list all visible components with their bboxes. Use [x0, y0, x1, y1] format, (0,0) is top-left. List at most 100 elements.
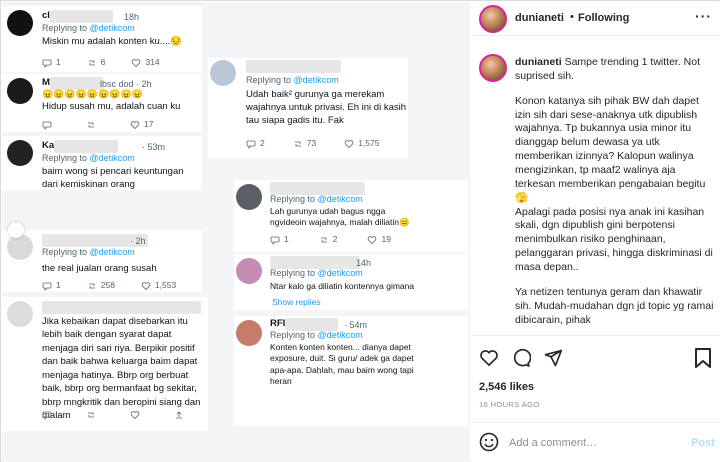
like-button[interactable]: 1,575 [344, 138, 379, 149]
following-button[interactable]: Following [578, 12, 629, 24]
reply-button[interactable] [42, 410, 52, 420]
retweet-button[interactable] [86, 119, 96, 130]
post-caption: dunianeti Sampe trending 1 twitter. Not … [515, 56, 715, 338]
caption-text-3: Apalagi pada posisi nya anak ini kasihan… [515, 205, 713, 274]
like-button[interactable]: 314 [131, 57, 160, 68]
caption-text-4: Ya netizen tentunya geram dan khawatir s… [515, 285, 714, 326]
tweet-avatar [210, 60, 236, 86]
tweet-replying-to: Replying to @detikcom [270, 268, 363, 278]
tweet-text: the real jualan orang susah [42, 263, 157, 274]
heart-icon [130, 120, 140, 129]
tweet-avatar [7, 234, 33, 260]
tweet-author-name: Kaxxxxxxxxxxxx [42, 140, 118, 153]
tweet-replying-to: Replying to @detikcom [42, 247, 135, 257]
post-comment-button[interactable]: Post [691, 437, 715, 449]
retweet-icon [88, 283, 95, 289]
share-icon [176, 411, 182, 419]
author-username[interactable]: dunianeti [515, 12, 564, 24]
reply-button[interactable]: 2 [246, 138, 265, 149]
tweet-text: Udah baik² gurunya ga merekam wajahnya u… [246, 89, 407, 126]
like-heart-icon[interactable] [479, 348, 499, 368]
share-button[interactable] [174, 410, 184, 420]
like-button[interactable]: 17 [130, 119, 153, 130]
tweet-text: Miskin mu adalah konten ku....😔 [42, 36, 183, 47]
tweet-card-3: Kaxxxxxxxxxxxx · 53m Replying to @detikc… [2, 136, 202, 190]
like-button[interactable]: 19 [367, 234, 391, 245]
caption-username[interactable]: dunianeti [515, 56, 562, 68]
reply-button[interactable]: 1 [270, 234, 289, 245]
tweet-author-name: xxxxxxxxxxxxxxxxxx [246, 60, 342, 73]
retweet-icon [88, 122, 94, 128]
post-header: dunianeti • Following ··· [471, 2, 720, 36]
tweet-replying-to: Replying to @detikcom [42, 153, 135, 163]
heart-icon [132, 58, 141, 67]
carousel-prev-button[interactable] [8, 222, 24, 238]
tweet-text: Ntar kalo ga diliatin kontennya gimana [270, 281, 415, 291]
reply-icon [42, 411, 52, 420]
tweet-avatar [236, 184, 262, 210]
tweet-actions: 17 [42, 119, 153, 130]
tweet-card-7: xxxxxxxxxxxxxxxxxx Replying to @detikcom… [234, 180, 468, 252]
retweet-icon [294, 141, 301, 147]
author-avatar[interactable] [479, 5, 507, 33]
retweet-icon [88, 60, 95, 66]
retweet-button[interactable]: 6 [87, 57, 105, 68]
tweet-avatar [7, 301, 33, 327]
reply-button[interactable]: 1 [42, 57, 61, 68]
tweet-text: baim wong si pencari keuntungan dari kem… [42, 166, 184, 190]
tweet-author-name: xxxxxxxxxxxxxxxxxxxxxxxxxxxxxx [42, 301, 201, 314]
post-time-ago: 16 HOURS AGO [479, 400, 540, 409]
reply-icon [270, 236, 280, 245]
action-bar [479, 348, 563, 368]
tweet-text: Konten konten konten... dianya dapet exp… [270, 342, 414, 387]
reply-icon [246, 140, 256, 149]
tweet-card-8: xxxxxxxxxxxxxxxxx 14h Replying to @detik… [234, 254, 468, 310]
likes-count[interactable]: 2,546 likes [479, 381, 534, 393]
tweet-card-5: xxxxxxxxxxxxxxxxxxxxxxxxxxxxxx Jika keba… [2, 297, 208, 431]
instagram-post-window: clxxxxxxxxxxxx 18h Replying to @detikcom… [0, 0, 720, 462]
tweet-avatar [7, 78, 33, 104]
show-replies-link[interactable]: Show replies [272, 297, 321, 308]
tweet-timestamp: · 53m [142, 142, 166, 152]
tweet-avatar [236, 258, 262, 284]
tweet-avatar [236, 320, 262, 346]
like-button[interactable] [130, 410, 140, 420]
heart-icon [130, 411, 140, 420]
retweet-button[interactable]: 73 [293, 138, 316, 149]
reply-button[interactable]: 1 [42, 280, 61, 291]
reply-icon [42, 121, 52, 130]
heart-icon [368, 235, 377, 244]
tweet-card-2: Mxxxxxxxxxx lbsc dod · 2h 😠😠😠😠😠😠😠😠😠 Hidu… [2, 74, 202, 132]
separator-dot: • [570, 11, 574, 23]
tweet-author-name: clxxxxxxxxxxxx [42, 10, 114, 23]
emoji-icon[interactable] [479, 432, 499, 452]
reply-button[interactable] [42, 119, 52, 130]
comment-icon[interactable] [511, 348, 531, 368]
tweet-replying-to: Replying to @detikcom [246, 75, 339, 85]
caption-text-2: Konon katanya sih pihak BW dah dapet izi… [515, 94, 706, 204]
tweet-text: Lah gurunya udah bagus ngga ngvideoin wa… [270, 206, 410, 228]
caption-avatar[interactable] [479, 54, 507, 82]
like-button[interactable]: 1,553 [141, 280, 176, 291]
retweet-icon [320, 237, 327, 243]
tweet-card-4: xxxxxxxxxxxxxxxxxxxx · 2h Replying to @d… [2, 230, 202, 292]
more-options-icon[interactable]: ··· [695, 8, 712, 24]
share-plane-icon[interactable] [543, 348, 563, 368]
tweet-text: Jika kebaikan dapat disebarkan itu lebih… [42, 316, 201, 422]
bookmark-icon[interactable] [694, 348, 712, 368]
retweet-button[interactable]: 258 [87, 280, 115, 291]
tweet-actions: 2 73 1,575 [246, 138, 379, 149]
comment-input[interactable] [509, 433, 679, 453]
post-sidebar: dunianeti • Following ··· dunianeti Samp… [471, 2, 720, 462]
retweet-icon [88, 412, 94, 418]
heart-icon [141, 281, 151, 290]
tweet-actions: 1 258 1,553 [42, 280, 176, 291]
retweet-button[interactable]: 2 [319, 234, 337, 245]
tweet-text: Hidup susah mu, adalah cuan ku [42, 101, 181, 112]
tweet-actions: 1 6 314 [42, 57, 160, 68]
retweet-button[interactable] [86, 410, 96, 420]
tweet-card-6: xxxxxxxxxxxxxxxxxx Replying to @detikcom… [208, 58, 408, 158]
tweet-avatar [7, 10, 33, 36]
tweet-replying-to: Replying to @detikcom [270, 194, 363, 204]
tweet-actions [42, 410, 184, 420]
